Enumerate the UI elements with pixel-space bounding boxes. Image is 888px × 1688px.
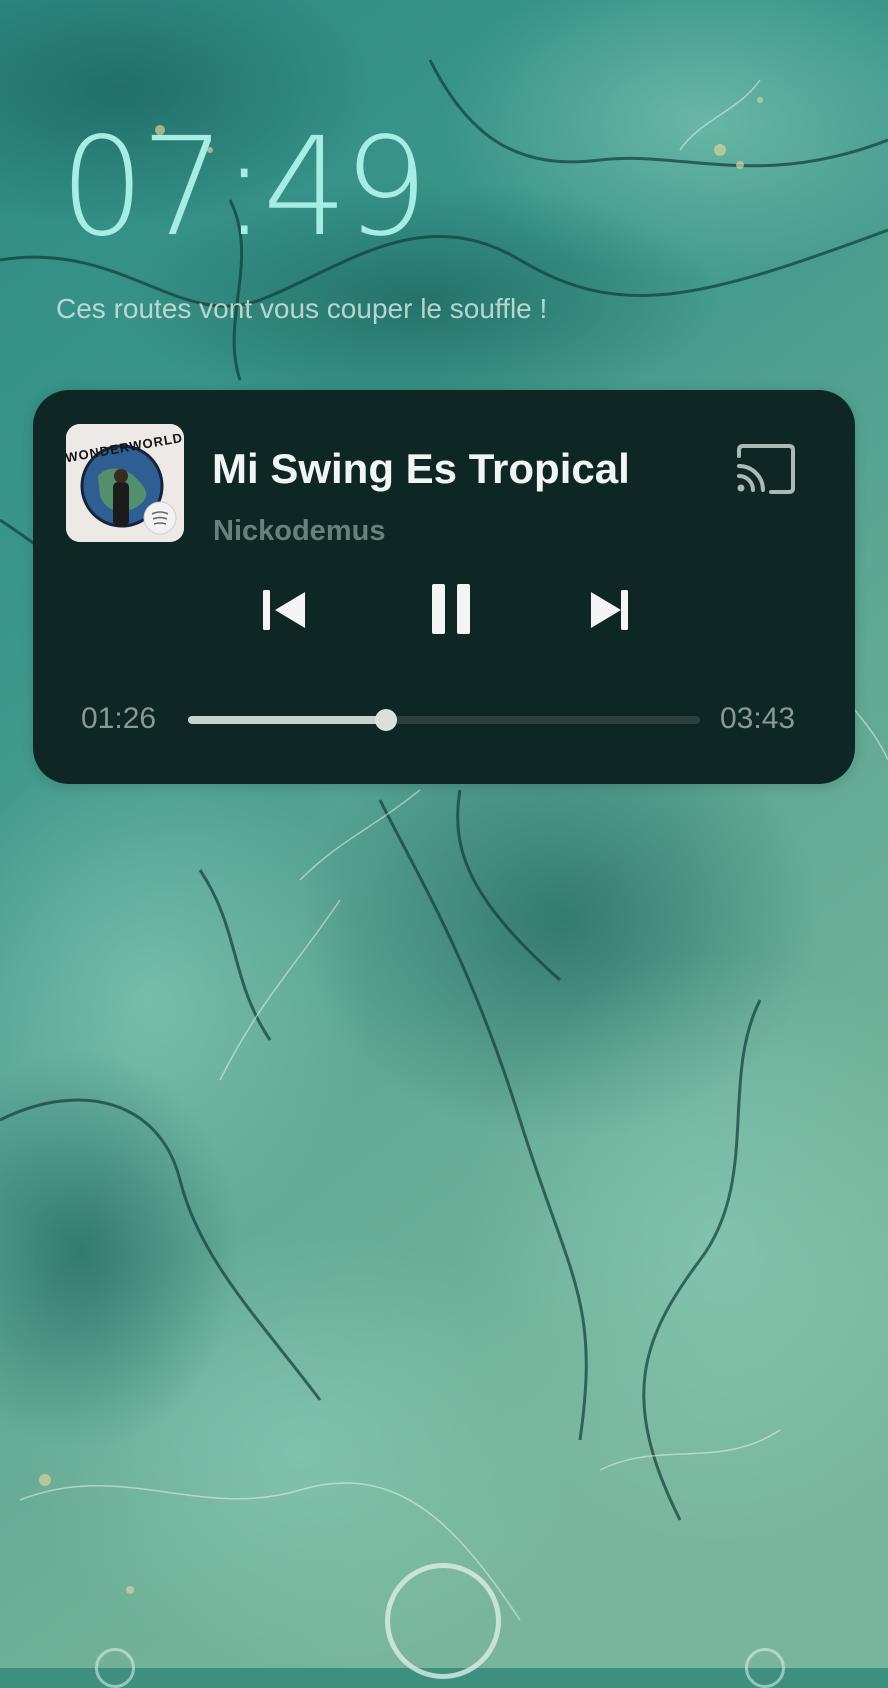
- pause-icon: [432, 584, 470, 634]
- pause-button[interactable]: [421, 574, 491, 644]
- skip-previous-icon: [263, 590, 305, 630]
- seek-progress-fill: [188, 716, 386, 724]
- track-artist: Nickodemus: [213, 515, 386, 547]
- seek-bar[interactable]: [188, 709, 700, 731]
- corner-shortcut-right-icon[interactable]: [745, 1648, 785, 1688]
- media-player-card: WONDERWORLD Mi Swing Es Tropical Nickode…: [33, 390, 855, 784]
- album-art[interactable]: WONDERWORLD: [66, 424, 184, 542]
- seek-thumb[interactable]: [374, 709, 397, 731]
- next-track-button[interactable]: [581, 580, 641, 640]
- unlock-ring-icon[interactable]: [385, 1563, 501, 1679]
- skip-next-icon: [591, 590, 628, 630]
- elapsed-time: 01:26: [81, 702, 157, 735]
- corner-shortcut-left-icon[interactable]: [95, 1648, 135, 1688]
- cast-icon: [737, 444, 795, 494]
- cast-button[interactable]: [733, 440, 799, 498]
- previous-track-button[interactable]: [255, 580, 315, 640]
- track-title: Mi Swing Es Tropical: [212, 445, 630, 492]
- total-duration: 03:43: [720, 702, 796, 735]
- lockscreen-clock: 07:49: [60, 109, 428, 267]
- lockscreen-slogan: Ces routes vont vous couper le souffle !: [56, 293, 548, 324]
